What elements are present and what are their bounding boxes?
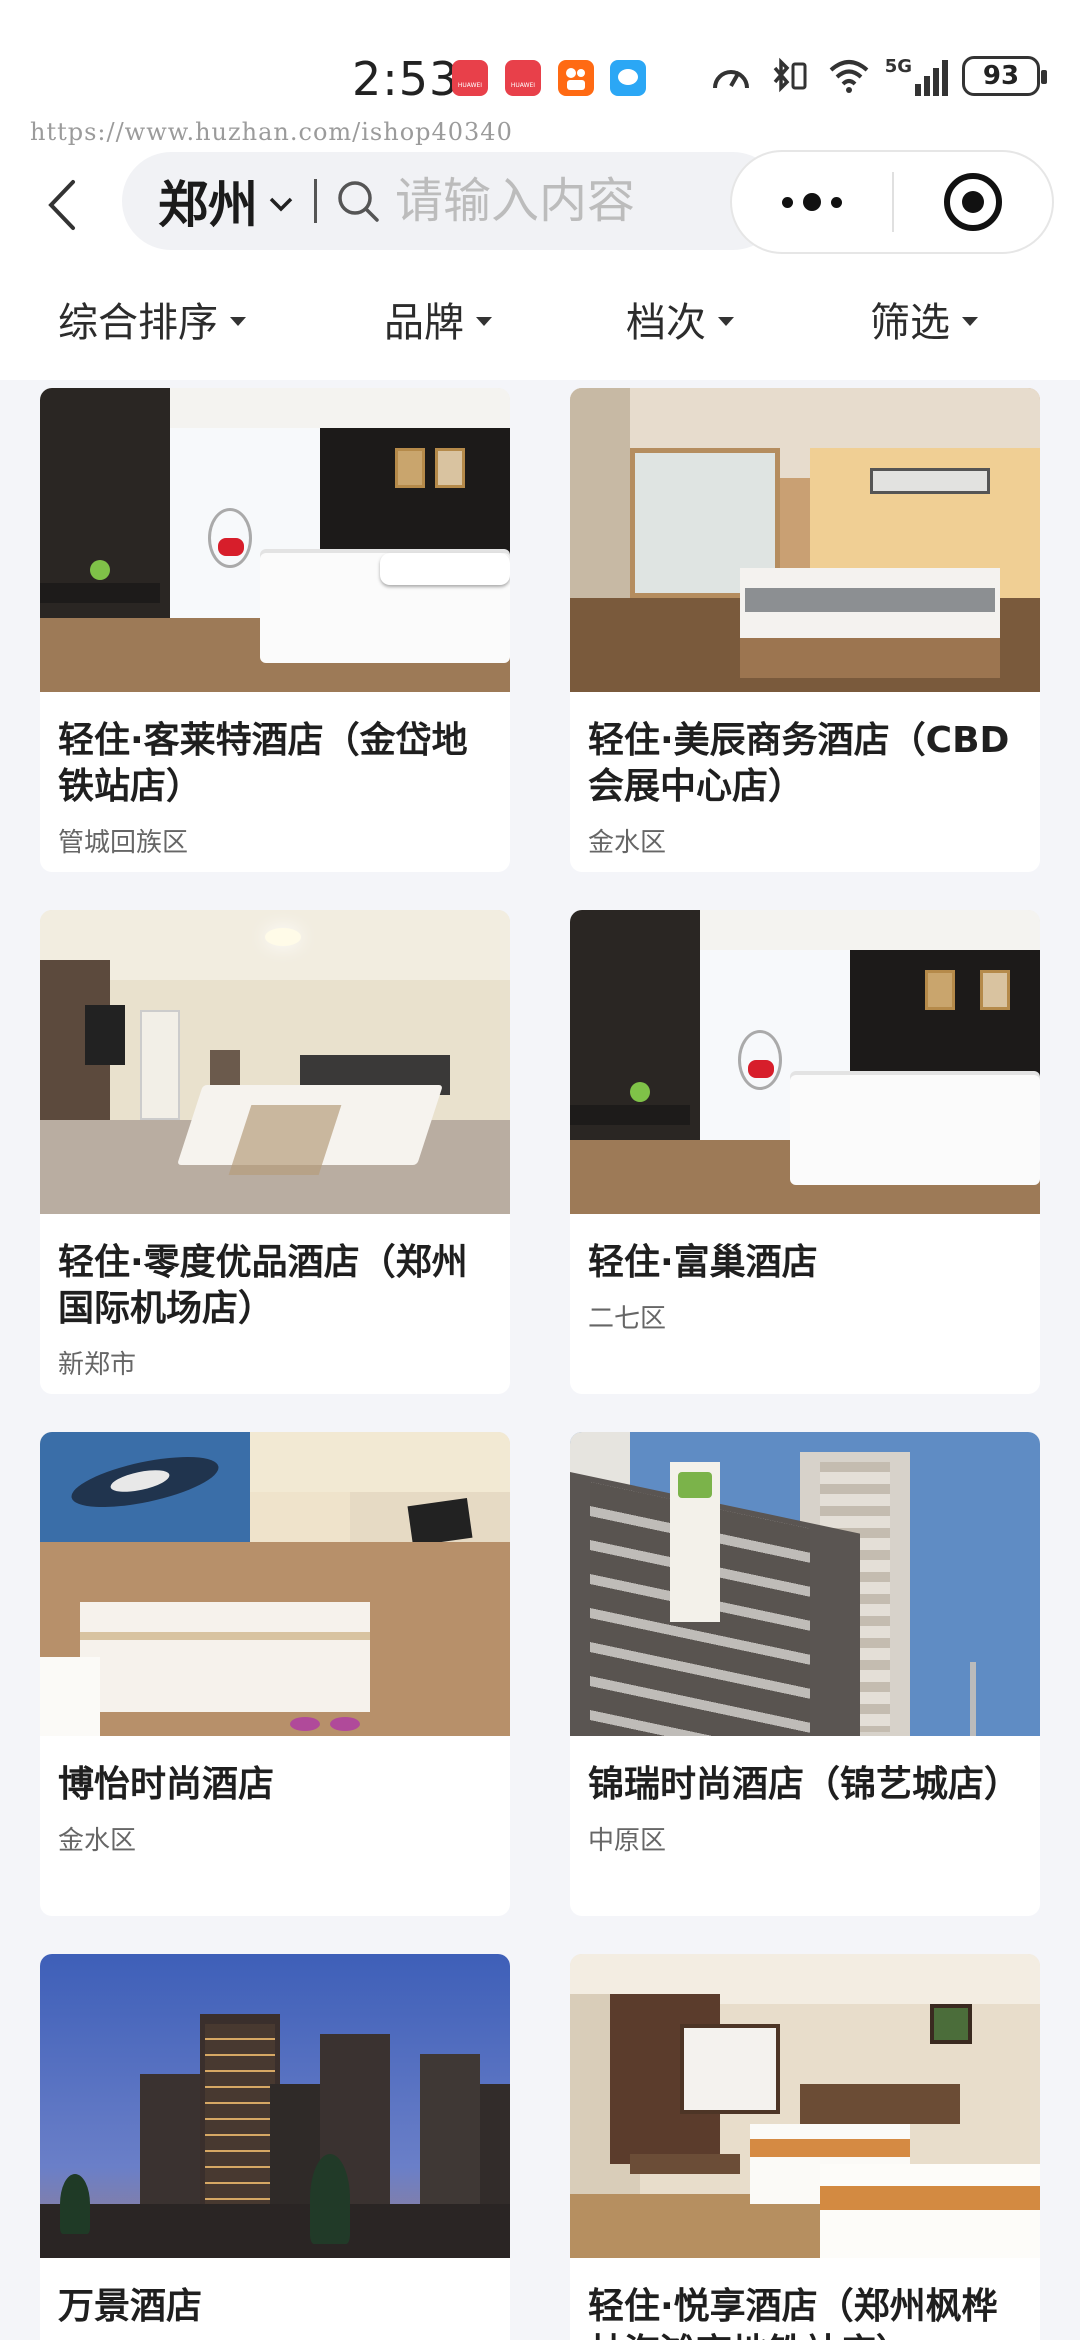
search-icon — [338, 181, 379, 222]
hotel-name: 博怡时尚酒店 — [58, 1764, 275, 1805]
filter-bar: 综合排序 品牌 档次 筛选 — [0, 260, 1080, 380]
hotel-district: 金水区 — [588, 828, 667, 858]
filter-sort[interactable]: 综合排序 — [58, 290, 246, 348]
hotel-district: 管城回族区 — [58, 828, 189, 858]
chevron-down-icon[interactable] — [268, 196, 294, 212]
caret-down-icon — [230, 316, 246, 326]
hotel-name: 轻住·美辰商务酒店（CBD会展中心店） — [588, 720, 1010, 807]
hotel-card[interactable]: 轻住·富巢酒店 二七区 — [570, 910, 1040, 1394]
hotel-photo — [570, 910, 1040, 1214]
wifi-icon — [829, 60, 869, 93]
huawei-app-icon: HUAWEI — [505, 60, 541, 96]
hotel-name: 轻住·悦享酒店（郑州枫桦林海滩商地铁站店） — [588, 2286, 998, 2340]
signal-5g-icon: 5G — [885, 56, 948, 96]
hotel-card[interactable]: 轻住·零度优品酒店（郑州国际机场店） 新郑市 — [40, 910, 510, 1394]
close-miniprogram-button[interactable] — [894, 171, 1052, 233]
hotel-district: 金水区 — [58, 1826, 137, 1856]
filter-label: 档次 — [626, 300, 706, 346]
message-app-icon — [610, 60, 646, 96]
kuaishou-app-icon — [558, 60, 594, 96]
bluetooth-vibrate-icon — [773, 57, 807, 93]
filter-brand[interactable]: 品牌 — [384, 290, 492, 348]
hotel-name: 轻住·零度优品酒店（郑州国际机场店） — [58, 1242, 468, 1329]
miniprogram-capsule — [730, 150, 1054, 254]
caret-down-icon — [476, 316, 492, 326]
caret-down-icon — [962, 316, 978, 326]
status-time: 2:53 — [352, 52, 460, 106]
hotel-name: 轻住·富巢酒店 — [588, 1242, 818, 1283]
hotel-card[interactable]: 轻住·客莱特酒店（金岱地铁站店） 管城回族区 — [40, 388, 510, 872]
hotel-photo — [40, 1432, 510, 1736]
hotel-photo — [570, 1954, 1040, 2258]
search-bar: 郑州 — [122, 152, 782, 250]
hotel-card[interactable]: 博怡时尚酒店 金水区 — [40, 1432, 510, 1916]
hotel-card[interactable]: 轻住·美辰商务酒店（CBD会展中心店） 金水区 — [570, 388, 1040, 872]
caret-down-icon — [718, 316, 734, 326]
hotel-card[interactable]: 轻住·悦享酒店（郑州枫桦林海滩商地铁站店） — [570, 1954, 1040, 2340]
battery-indicator: 93 — [962, 56, 1047, 96]
chevron-left-icon — [48, 180, 75, 230]
hotel-name: 万景酒店 — [58, 2286, 203, 2327]
filter-label: 品牌 — [384, 300, 464, 346]
hotel-photo — [40, 388, 510, 692]
watermark-url: https://www.huzhan.com/ishop40340 — [30, 118, 513, 146]
hotel-photo — [40, 1954, 510, 2258]
city-selector[interactable]: 郑州 — [158, 165, 258, 237]
more-options-button[interactable] — [732, 152, 892, 252]
huawei-app-icon: HUAWEI — [452, 60, 488, 96]
speed-icon — [712, 70, 749, 89]
hotel-card[interactable]: 万景酒店 — [40, 1954, 510, 2340]
hotel-photo — [40, 910, 510, 1214]
hotel-name: 轻住·客莱特酒店（金岱地铁站店） — [58, 720, 468, 807]
hotel-photo — [570, 1432, 1040, 1736]
status-bar: 2:53 HUAWEI HUAWEI 5G 93 https://www.huz… — [0, 0, 1080, 150]
filter-grade[interactable]: 档次 — [626, 290, 734, 348]
filter-more[interactable]: 筛选 — [870, 290, 978, 348]
status-icons: 5G 93 — [709, 56, 1047, 96]
filter-label: 筛选 — [870, 300, 950, 346]
hotel-district: 新郑市 — [58, 1350, 137, 1380]
nav-bar: 郑州 — [0, 150, 1080, 260]
hotel-district: 二七区 — [588, 1304, 667, 1334]
hotel-name: 锦瑞时尚酒店（锦艺城店） — [588, 1764, 1021, 1805]
filter-label: 综合排序 — [58, 300, 218, 346]
back-button[interactable] — [32, 170, 92, 240]
search-input[interactable] — [395, 173, 675, 229]
search-divider — [314, 179, 317, 223]
hotel-district: 中原区 — [588, 1826, 667, 1856]
network-type: 5G — [884, 56, 912, 77]
hotel-photo — [570, 388, 1040, 692]
target-close-icon — [944, 173, 1002, 231]
hotel-card[interactable]: 锦瑞时尚酒店（锦艺城店） 中原区 — [570, 1432, 1040, 1916]
